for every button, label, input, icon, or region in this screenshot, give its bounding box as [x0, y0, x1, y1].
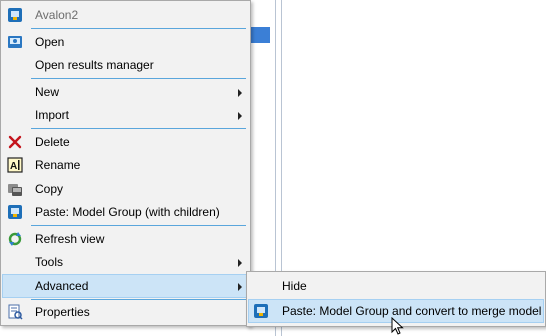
menu-separator — [31, 128, 246, 129]
menu-item-label: Import — [35, 108, 70, 122]
menu-item-label: Paste: Model Group and convert to merge … — [282, 304, 542, 318]
mouse-cursor-icon — [391, 317, 404, 335]
menu-item-paste-model-group[interactable]: Paste: Model Group (with children) — [3, 201, 248, 223]
menu-item-properties[interactable]: Properties — [3, 301, 248, 323]
menu-item-label: Open — [35, 35, 65, 49]
paste-model-icon — [8, 205, 22, 219]
svg-text:A: A — [10, 161, 17, 172]
menu-item-label: Open results manager — [35, 58, 154, 72]
menu-item-new[interactable]: New — [3, 81, 248, 103]
submenu-arrow-icon — [238, 89, 242, 97]
menu-item-delete[interactable]: Delete — [3, 131, 248, 153]
refresh-icon — [8, 232, 22, 246]
menu-item-label: Advanced — [35, 279, 89, 293]
submenu-arrow-icon — [238, 259, 242, 267]
properties-icon — [8, 304, 23, 320]
model-icon — [8, 36, 22, 48]
paste-model-icon — [254, 304, 268, 318]
context-menu: Avalon2 Open Open results manager New Im… — [0, 0, 251, 326]
menu-item-label: Copy — [35, 182, 64, 196]
menu-item-label: Paste: Model Group (with children) — [35, 205, 220, 219]
selected-tree-row — [248, 27, 270, 43]
menu-item-label: Refresh view — [35, 232, 105, 246]
menu-separator — [31, 28, 246, 29]
delete-icon — [8, 135, 22, 149]
submenu-arrow-icon — [238, 112, 242, 120]
submenu-arrow-icon — [238, 283, 242, 291]
menu-item-import[interactable]: Import — [3, 104, 248, 126]
copy-icon — [8, 184, 22, 196]
menu-separator — [31, 225, 246, 226]
menu-item-label: Delete — [35, 135, 70, 149]
menu-item-advanced[interactable]: Advanced — [2, 274, 249, 298]
menu-item-refresh-view[interactable]: Refresh view — [3, 228, 248, 250]
menu-separator — [31, 78, 246, 79]
submenu-item-hide[interactable]: Hide — [249, 275, 543, 297]
menu-item-open[interactable]: Open — [3, 31, 248, 53]
menu-item-tools[interactable]: Tools — [3, 251, 248, 273]
menu-item-label: Rename — [35, 158, 81, 172]
menu-item-label: New — [35, 85, 60, 99]
menu-header: Avalon2 — [3, 4, 248, 26]
menu-separator — [31, 299, 246, 300]
rename-icon: A — [7, 157, 23, 173]
menu-item-rename[interactable]: A Rename — [3, 154, 248, 176]
menu-header-title: Avalon2 — [35, 8, 79, 22]
model-icon — [8, 8, 22, 22]
menu-item-label: Tools — [35, 255, 64, 269]
menu-item-label: Hide — [282, 279, 307, 293]
menu-item-label: Properties — [35, 305, 90, 319]
menu-item-copy[interactable]: Copy — [3, 178, 248, 200]
menu-item-open-results-manager[interactable]: Open results manager — [3, 54, 248, 76]
